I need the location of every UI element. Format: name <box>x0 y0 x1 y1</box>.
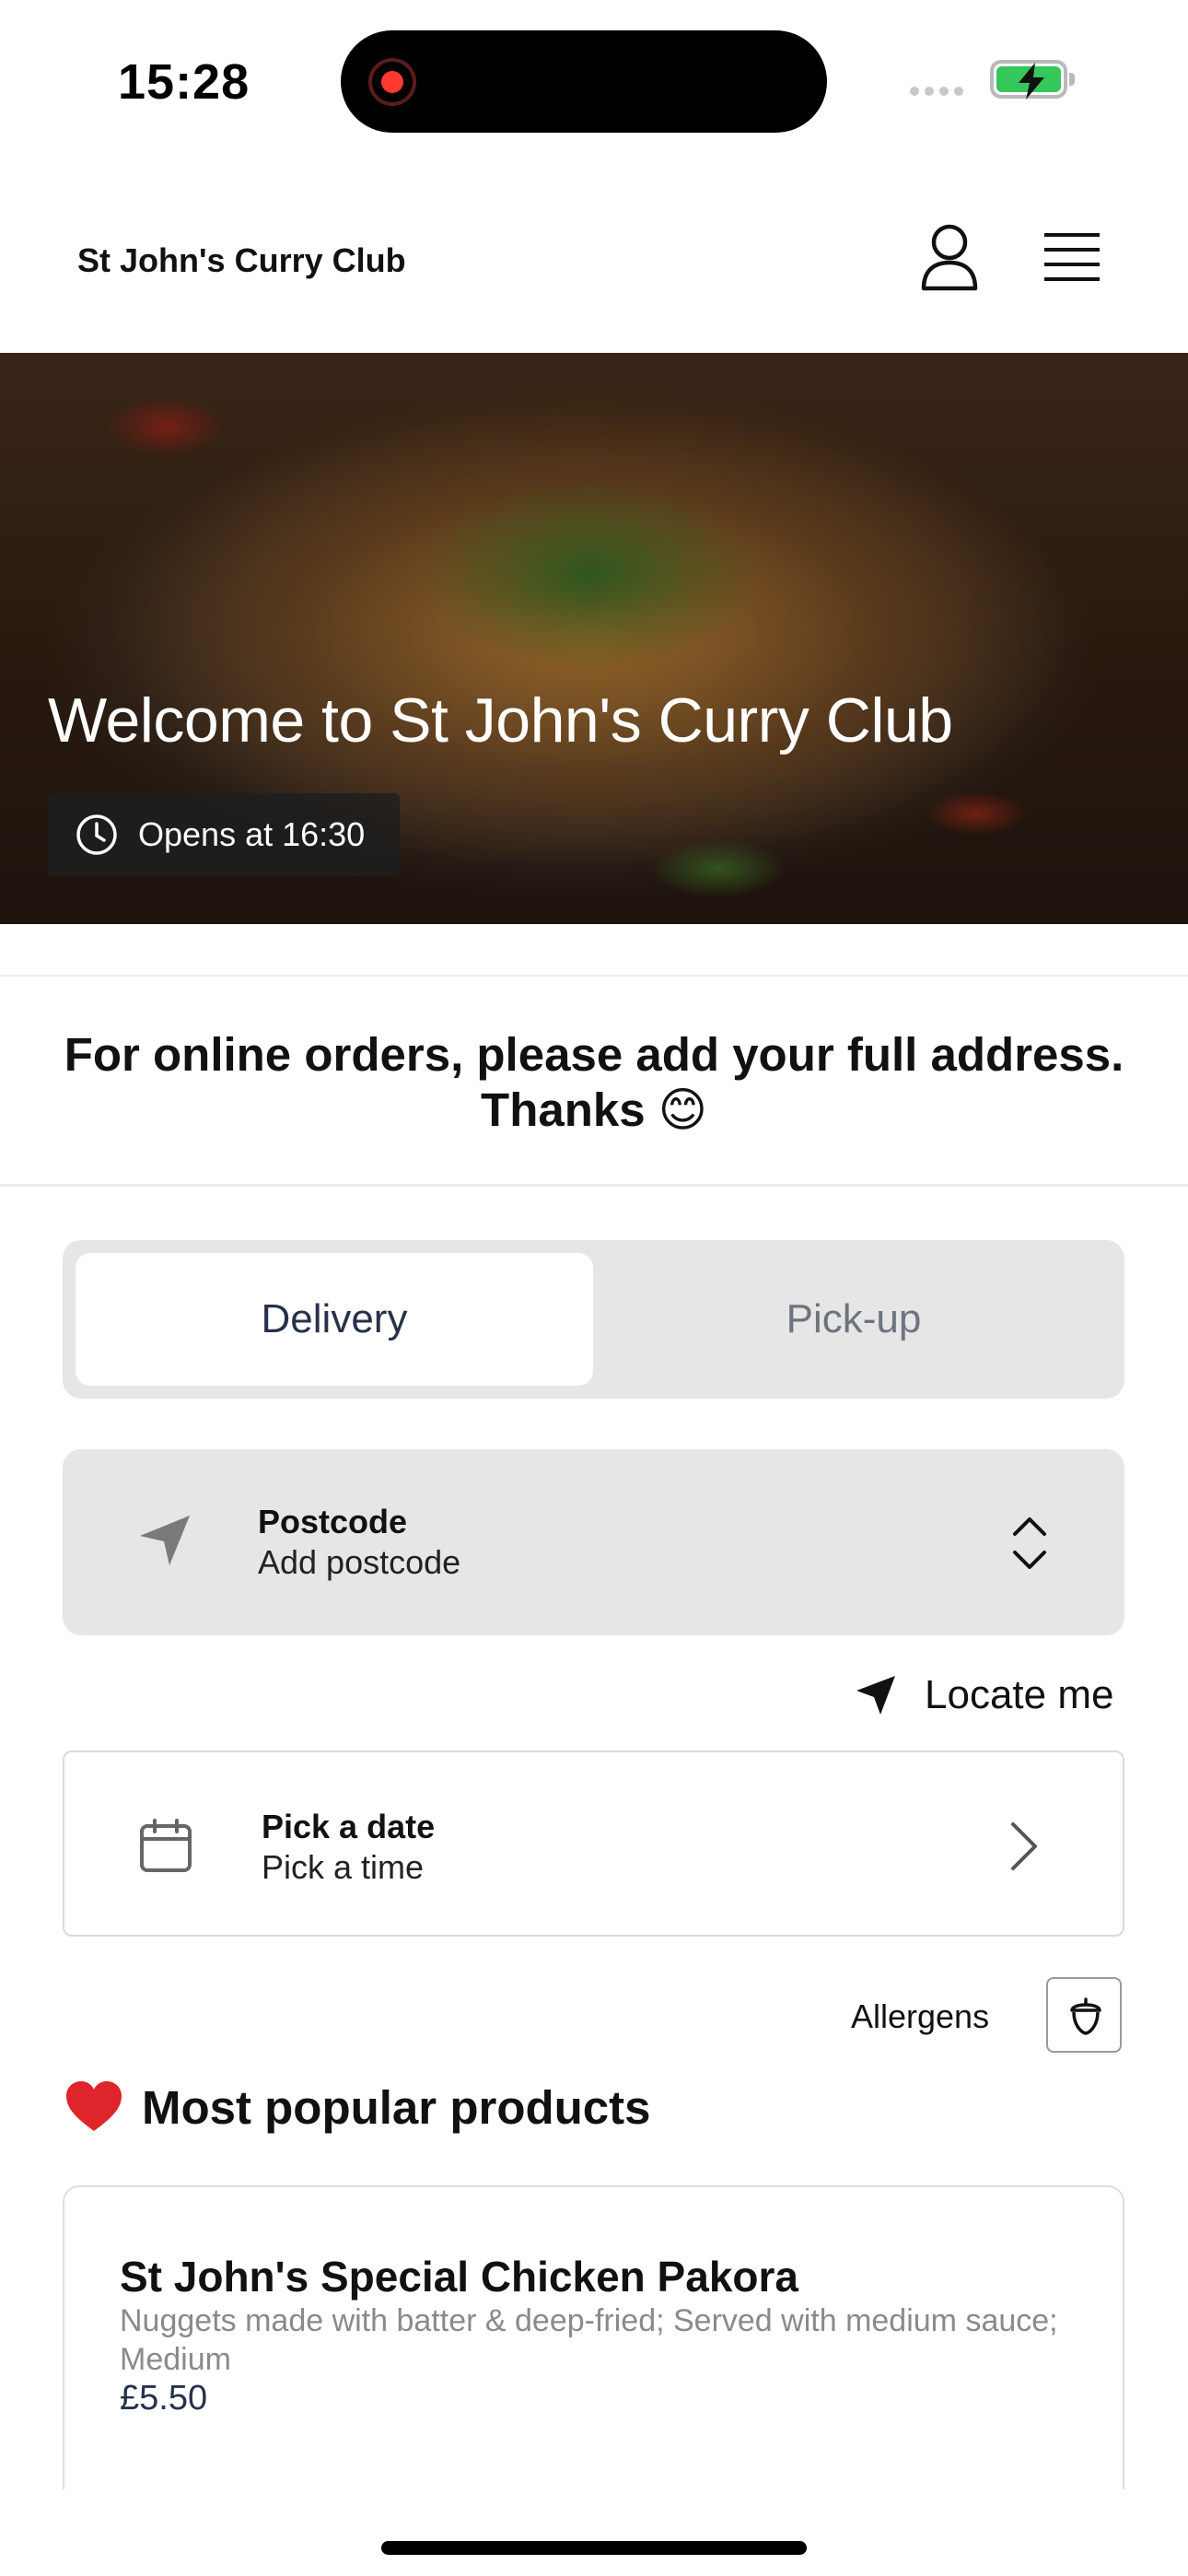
product-price: £5.50 <box>120 2379 208 2418</box>
schedule-picker[interactable]: Pick a date Pick a time <box>63 1751 1124 1937</box>
pick-time-label: Pick a time <box>262 1848 425 1886</box>
postcode-value: Add postcode <box>258 1543 461 1581</box>
opening-hours-badge: Opens at 16:30 <box>48 793 400 876</box>
recording-indicator-icon <box>368 58 416 106</box>
chevron-up-down-icon <box>1013 1517 1046 1569</box>
heart-icon <box>66 2081 122 2131</box>
product-description: Nuggets made with batter & deep-fried; S… <box>120 2303 1058 2377</box>
hamburger-menu-icon[interactable] <box>1041 229 1103 285</box>
product-name: St John's Special Chicken Pakora <box>120 2253 798 2301</box>
cellular-signal-icon <box>910 87 963 96</box>
popular-products-heading: Most popular products <box>64 2075 650 2139</box>
order-type-toggle: Delivery Pick-up <box>63 1240 1124 1399</box>
popular-products-title: Most popular products <box>142 2080 651 2134</box>
dynamic-island <box>341 30 827 133</box>
postcode-label: Postcode <box>258 1503 408 1540</box>
product-card[interactable]: St John's Special Chicken Pakora Nuggets… <box>63 2185 1124 2489</box>
status-bar: 15:28 <box>0 0 1188 161</box>
pick-date-label: Pick a date <box>262 1808 436 1845</box>
locate-me-label: Locate me <box>925 1672 1114 1717</box>
navigation-arrow-icon <box>140 1516 190 1565</box>
hero-banner: Welcome to St John's Curry Club Opens at… <box>0 353 1188 924</box>
brand-name[interactable]: St John's Curry Club <box>77 241 406 280</box>
opening-hours-text: Opens at 16:30 <box>138 815 366 853</box>
home-indicator[interactable] <box>381 2541 807 2555</box>
notice-text: For online orders, please add your full … <box>64 1028 1124 1136</box>
address-notice: For online orders, please add your full … <box>0 975 1188 1187</box>
clock-icon <box>76 814 117 855</box>
allergens-label: Allergens <box>851 1997 990 2035</box>
chevron-right-icon <box>1011 1822 1037 1870</box>
allergens-button[interactable] <box>1046 1977 1122 2053</box>
battery-charging-icon <box>990 60 1075 100</box>
tab-delivery[interactable]: Delivery <box>76 1253 593 1386</box>
locate-me-button[interactable]: Locate me <box>853 1668 1113 1723</box>
calendar-icon <box>140 1819 192 1872</box>
person-icon[interactable] <box>914 222 984 292</box>
acorn-icon <box>1070 1997 1101 2035</box>
postcode-selector[interactable]: Postcode Add postcode <box>63 1449 1124 1635</box>
hero-title: Welcome to St John's Curry Club <box>48 685 953 755</box>
app-header: St John's Curry Club <box>0 161 1188 353</box>
location-arrow-icon <box>856 1676 895 1715</box>
status-time: 15:28 <box>118 54 250 110</box>
tab-pickup[interactable]: Pick-up <box>595 1253 1112 1386</box>
